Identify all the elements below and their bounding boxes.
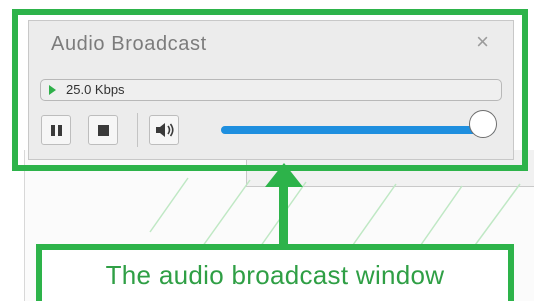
arrow-shaft xyxy=(279,184,288,246)
caption-text: The audio broadcast window xyxy=(105,260,445,290)
highlight-outline xyxy=(12,9,528,171)
caption-box: The audio broadcast window xyxy=(36,244,514,301)
